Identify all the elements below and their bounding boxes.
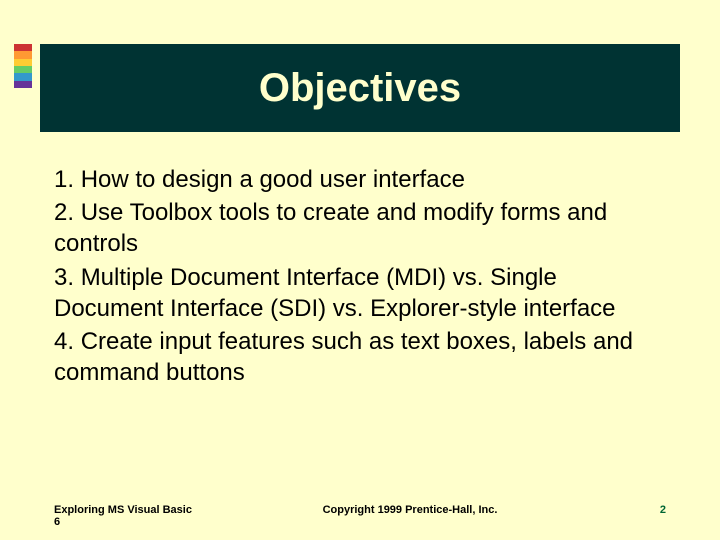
- list-text: Create input features such as text boxes…: [54, 328, 633, 386]
- list-number: 4.: [54, 328, 74, 355]
- list-item: 2. Use Toolbox tools to create and modif…: [54, 197, 666, 259]
- accent-bar-0: [14, 44, 32, 51]
- title-bar: Objectives: [40, 44, 680, 132]
- slide-footer: Exploring MS Visual Basic 6 Copyright 19…: [54, 504, 666, 528]
- slide-title: Objectives: [259, 66, 461, 111]
- accent-bar-2: [14, 59, 32, 66]
- list-number: 2.: [54, 199, 74, 226]
- list-number: 3.: [54, 264, 74, 291]
- accent-bar-3: [14, 66, 32, 73]
- list-item: 3. Multiple Document Interface (MDI) vs.…: [54, 262, 666, 324]
- list-text: Use Toolbox tools to create and modify f…: [54, 199, 607, 257]
- accent-strip: [14, 44, 32, 88]
- footer-left: Exploring MS Visual Basic 6: [54, 504, 194, 528]
- list-text: Multiple Document Interface (MDI) vs. Si…: [54, 264, 616, 322]
- list-text: How to design a good user interface: [81, 166, 465, 193]
- footer-page-number: 2: [626, 504, 666, 516]
- list-item: 4. Create input features such as text bo…: [54, 326, 666, 388]
- list-item: 1. How to design a good user interface: [54, 164, 666, 195]
- accent-bar-1: [14, 51, 32, 58]
- objectives-list: 1. How to design a good user interface 2…: [54, 164, 666, 390]
- footer-center: Copyright 1999 Prentice-Hall, Inc.: [194, 504, 626, 516]
- accent-bar-5: [14, 81, 32, 88]
- list-number: 1.: [54, 166, 74, 193]
- accent-bar-4: [14, 73, 32, 80]
